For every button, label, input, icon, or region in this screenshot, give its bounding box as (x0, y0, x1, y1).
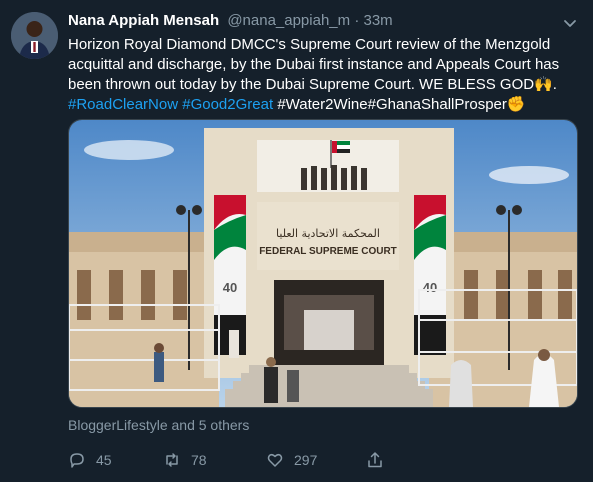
reply-button[interactable]: 45 (68, 449, 112, 471)
hashtag-text: #Water2Wine#GhanaShallProsper (277, 96, 507, 113)
author-name[interactable]: Nana Appiah Mensah (68, 12, 219, 29)
author-handle[interactable]: @nana_appiah_m (227, 12, 350, 29)
image-sign-english: FEDERAL SUPREME COURT (259, 246, 397, 257)
retweet-button[interactable]: 78 (163, 449, 207, 471)
image-sign-arabic: المحكمة الاتحادية العليا (276, 227, 380, 240)
tweet-media[interactable]: المحكمة الاتحادية العليا FEDERAL SUPREME… (68, 119, 578, 408)
tweet-text-line: Horizon Royal Diamond DMCC's Supreme Cou… (68, 36, 551, 53)
tweet-text-line: been thrown out today by the Dubai Supre… (68, 76, 557, 93)
timestamp[interactable]: 33m (363, 12, 392, 29)
fist-emoji: ✊ (506, 96, 526, 113)
tweet[interactable]: Nana Appiah Mensah @nana_appiah_m · 33m … (0, 0, 593, 482)
reply-icon (70, 453, 84, 468)
separator-dot: · (354, 12, 360, 29)
banner-number-right: 40 (423, 280, 437, 295)
share-icon (368, 452, 382, 468)
retweet-count: 78 (191, 452, 207, 468)
chevron-down-icon[interactable] (561, 14, 579, 32)
tweet-header: Nana Appiah Mensah @nana_appiah_m · 33m (68, 12, 553, 32)
like-button[interactable]: 297 (266, 449, 317, 471)
social-context[interactable]: BloggerLifestyle and 5 others (68, 417, 249, 433)
retweet-icon (166, 453, 178, 467)
tweet-text-line: acquittal and discharge, by the Dubai fi… (68, 56, 560, 73)
court-building-image: المحكمة الاتحادية العليا FEDERAL SUPREME… (69, 120, 577, 407)
like-count: 297 (294, 452, 318, 468)
tweet-actions: 45 78 297 (68, 449, 548, 471)
hashtag-link[interactable]: #Good2Great (182, 96, 273, 113)
reply-count: 45 (96, 452, 112, 468)
hashtag-link[interactable]: #RoadClearNow (68, 96, 178, 113)
avatar[interactable] (11, 12, 58, 59)
like-icon (267, 453, 283, 467)
share-button[interactable] (366, 449, 384, 471)
hashtag-line: #RoadClearNow #Good2Great #Water2Wine#Gh… (68, 95, 578, 115)
tweet-text: Horizon Royal Diamond DMCC's Supreme Cou… (68, 35, 578, 115)
banner-number-left: 40 (223, 280, 237, 295)
